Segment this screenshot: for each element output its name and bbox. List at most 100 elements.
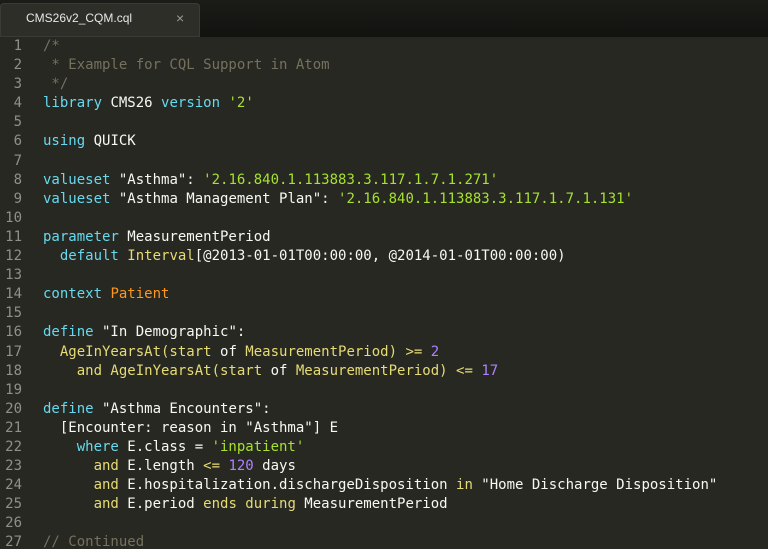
code-token: QUICK [85, 133, 136, 150]
line-number: 25 [5, 496, 22, 513]
code-token: where [43, 438, 119, 455]
code-token: * Example for CQL Support in Atom [43, 57, 330, 74]
code-token: "In Demographic": [93, 324, 246, 341]
code-token: /* [43, 38, 60, 54]
code-token: // Continued [43, 534, 145, 549]
code-token: MeasurementPeriod) >= [236, 343, 431, 360]
code-token: version [161, 95, 221, 112]
code-token: */ [43, 76, 69, 93]
code-token: E.period [118, 496, 204, 513]
code-token: <= [203, 458, 221, 475]
code-token: "Asthma": [110, 171, 204, 188]
code-token: "Asthma Encounters": [93, 400, 271, 417]
line-number: 16 [5, 324, 22, 341]
line-number: 12 [5, 248, 22, 265]
code-token: and [43, 496, 119, 513]
code-token: E.length [118, 458, 204, 475]
line-number: 2 [13, 57, 22, 74]
code-token: library [43, 95, 103, 112]
code-line[interactable] [43, 152, 768, 171]
code-token: ends during [203, 496, 296, 513]
code-line[interactable] [43, 514, 768, 533]
line-number: 24 [5, 477, 22, 494]
tab-bar: CMS26v2_CQM.cql × [0, 0, 768, 37]
line-number: 17 [5, 343, 22, 360]
line-number: 6 [13, 133, 22, 150]
code-line[interactable]: AgeInYearsAt(start of MeasurementPeriod)… [43, 343, 768, 362]
line-number: 14 [5, 286, 22, 303]
code-token: valueset [43, 190, 111, 207]
code-token: in [456, 477, 473, 494]
code-line[interactable]: [Encounter: reason in "Asthma"] E [43, 419, 768, 438]
code-token: CMS26 [102, 95, 162, 112]
code-line[interactable]: using QUICK [43, 132, 768, 151]
line-number: 1 [13, 38, 22, 54]
code-line[interactable]: */ [43, 75, 768, 94]
code-line[interactable]: and E.period ends during MeasurementPeri… [43, 495, 768, 514]
code-line[interactable] [43, 209, 768, 228]
line-number: 8 [13, 171, 22, 188]
code-token: "Home Discharge Disposition" [472, 477, 718, 494]
code-token: AgeInYearsAt(start [43, 343, 221, 360]
code-token: valueset [43, 171, 111, 188]
code-token: E.hospitalization.dischargeDisposition [118, 477, 457, 494]
line-number: 10 [5, 209, 22, 226]
code-line[interactable]: where E.class = 'inpatient' [43, 438, 768, 457]
line-number: 21 [5, 419, 22, 436]
line-number: 4 [13, 95, 22, 112]
code-token: '2.16.840.1.113883.3.117.1.7.1.271' [203, 171, 499, 188]
code-token: default [43, 248, 119, 265]
code-token: define [43, 324, 94, 341]
code-token: Interval [127, 248, 195, 265]
code-line[interactable]: library CMS26 version '2' [43, 94, 768, 113]
code-line[interactable] [43, 266, 768, 285]
code-line[interactable]: define "In Demographic": [43, 323, 768, 342]
code-line[interactable]: and E.hospitalization.dischargeDispositi… [43, 476, 768, 495]
code-line[interactable]: default Interval[@2013-01-01T00:00:00, @… [43, 247, 768, 266]
line-number: 15 [5, 305, 22, 322]
line-number: 7 [13, 152, 22, 169]
code-token: MeasurementPeriod [118, 228, 271, 245]
code-line[interactable] [43, 304, 768, 323]
line-number: 9 [13, 190, 22, 207]
code-token: 'inpatient' [211, 438, 305, 455]
line-number: 5 [13, 114, 22, 131]
line-number: 19 [5, 381, 22, 398]
code-token: [@2013-01-01T00:00:00, @2014-01-01T00:00… [194, 248, 566, 265]
line-number: 26 [5, 515, 22, 532]
code-line[interactable]: valueset "Asthma Management Plan": '2.16… [43, 190, 768, 209]
code-token: "Asthma Management Plan": [110, 190, 339, 207]
code-line[interactable]: and E.length <= 120 days [43, 457, 768, 476]
line-number: 18 [5, 362, 22, 379]
line-number: 22 [5, 438, 22, 455]
code-line[interactable]: valueset "Asthma": '2.16.840.1.113883.3.… [43, 171, 768, 190]
code-line[interactable]: context Patient [43, 285, 768, 304]
code-line[interactable]: // Continued [43, 533, 768, 549]
code-token: define [43, 400, 94, 417]
code-token: MeasurementPeriod [295, 496, 448, 513]
code-area[interactable]: /* * Example for CQL Support in Atom */l… [43, 37, 768, 549]
line-number: 13 [5, 267, 22, 284]
code-editor[interactable]: 1 2 3 4 5 6 7 8 9 10 11 12 13 14 15 16 17 18 19 20 21 22 23 24 2… [0, 37, 768, 549]
code-token: E.class = [118, 438, 212, 455]
code-line[interactable]: * Example for CQL Support in Atom [43, 56, 768, 75]
code-line[interactable] [43, 113, 768, 132]
code-token: 120 [228, 458, 254, 475]
code-token: of [270, 362, 288, 379]
close-icon[interactable]: × [176, 10, 184, 26]
code-token: MeasurementPeriod) <= [287, 362, 482, 379]
line-number-gutter: 1 2 3 4 5 6 7 8 9 10 11 12 13 14 15 16 17 18 19 20 21 22 23 24 2… [0, 37, 34, 549]
code-line[interactable]: /* [43, 37, 768, 56]
code-token: and AgeInYearsAt(start [43, 362, 271, 379]
code-token: 2 [430, 343, 440, 360]
code-token: '2.16.840.1.113883.3.117.1.7.1.131' [338, 190, 634, 207]
code-token: using [43, 133, 86, 150]
tab-title[interactable]: CMS26v2_CQM.cql [26, 11, 132, 25]
code-line[interactable]: define "Asthma Encounters": [43, 400, 768, 419]
line-number: 3 [13, 76, 22, 93]
file-tab[interactable]: CMS26v2_CQM.cql × [0, 3, 200, 37]
code-line[interactable] [43, 381, 768, 400]
code-line[interactable]: and AgeInYearsAt(start of MeasurementPer… [43, 362, 768, 381]
line-number: 23 [5, 458, 22, 475]
code-line[interactable]: parameter MeasurementPeriod [43, 228, 768, 247]
